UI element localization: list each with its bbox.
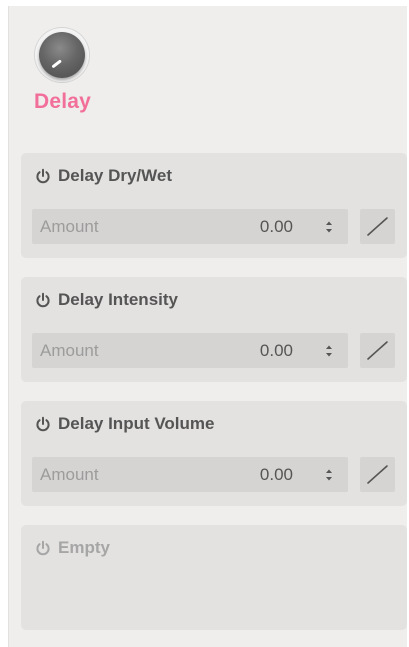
amount-value[interactable]: 0.00 xyxy=(260,465,293,485)
param-card: Delay Intensity Amount 0.00 xyxy=(21,277,407,382)
power-icon xyxy=(36,540,50,556)
linear-curve-icon xyxy=(367,217,388,236)
amount-field[interactable]: Amount 0.00 xyxy=(32,209,348,244)
knob-icon xyxy=(39,32,85,78)
stepper-icon[interactable] xyxy=(325,468,333,482)
knob-pointer xyxy=(51,59,62,69)
power-icon[interactable] xyxy=(35,416,51,432)
device-title: Delay xyxy=(34,90,92,113)
param-title: Empty xyxy=(58,538,110,557)
amount-label: Amount xyxy=(40,465,99,484)
amount-field[interactable]: Amount 0.00 xyxy=(32,457,348,492)
param-card: Delay Dry/Wet Amount 0.00 xyxy=(21,153,407,258)
curve-button[interactable] xyxy=(360,209,395,244)
linear-curve-icon xyxy=(367,465,388,484)
param-header: Delay Dry/Wet xyxy=(35,165,172,187)
param-card: Delay Input Volume Amount 0.00 xyxy=(21,401,407,506)
param-header: Empty xyxy=(35,537,110,559)
param-title: Delay Intensity xyxy=(58,290,178,309)
stepper-icon[interactable] xyxy=(325,220,333,234)
amount-value[interactable]: 0.00 xyxy=(260,217,293,237)
device-panel: Delay Delay Dry/Wet Amount 0.00 Delay In… xyxy=(8,6,407,647)
amount-value[interactable]: 0.00 xyxy=(260,341,293,361)
amount-label: Amount xyxy=(40,341,99,360)
curve-button[interactable] xyxy=(360,457,395,492)
param-title: Delay Dry/Wet xyxy=(58,166,173,185)
power-icon[interactable] xyxy=(35,292,51,308)
stepper-icon[interactable] xyxy=(325,344,333,358)
curve-button[interactable] xyxy=(360,333,395,368)
param-title: Delay Input Volume xyxy=(58,414,215,433)
amount-label: Amount xyxy=(40,217,99,236)
amount-field[interactable]: Amount 0.00 xyxy=(32,333,348,368)
param-header: Delay Intensity xyxy=(35,289,178,311)
empty-param-slot: Empty xyxy=(21,525,407,630)
param-header: Delay Input Volume xyxy=(35,413,215,435)
power-icon[interactable] xyxy=(35,168,51,184)
macro-knob[interactable] xyxy=(35,28,89,82)
linear-curve-icon xyxy=(367,341,388,360)
